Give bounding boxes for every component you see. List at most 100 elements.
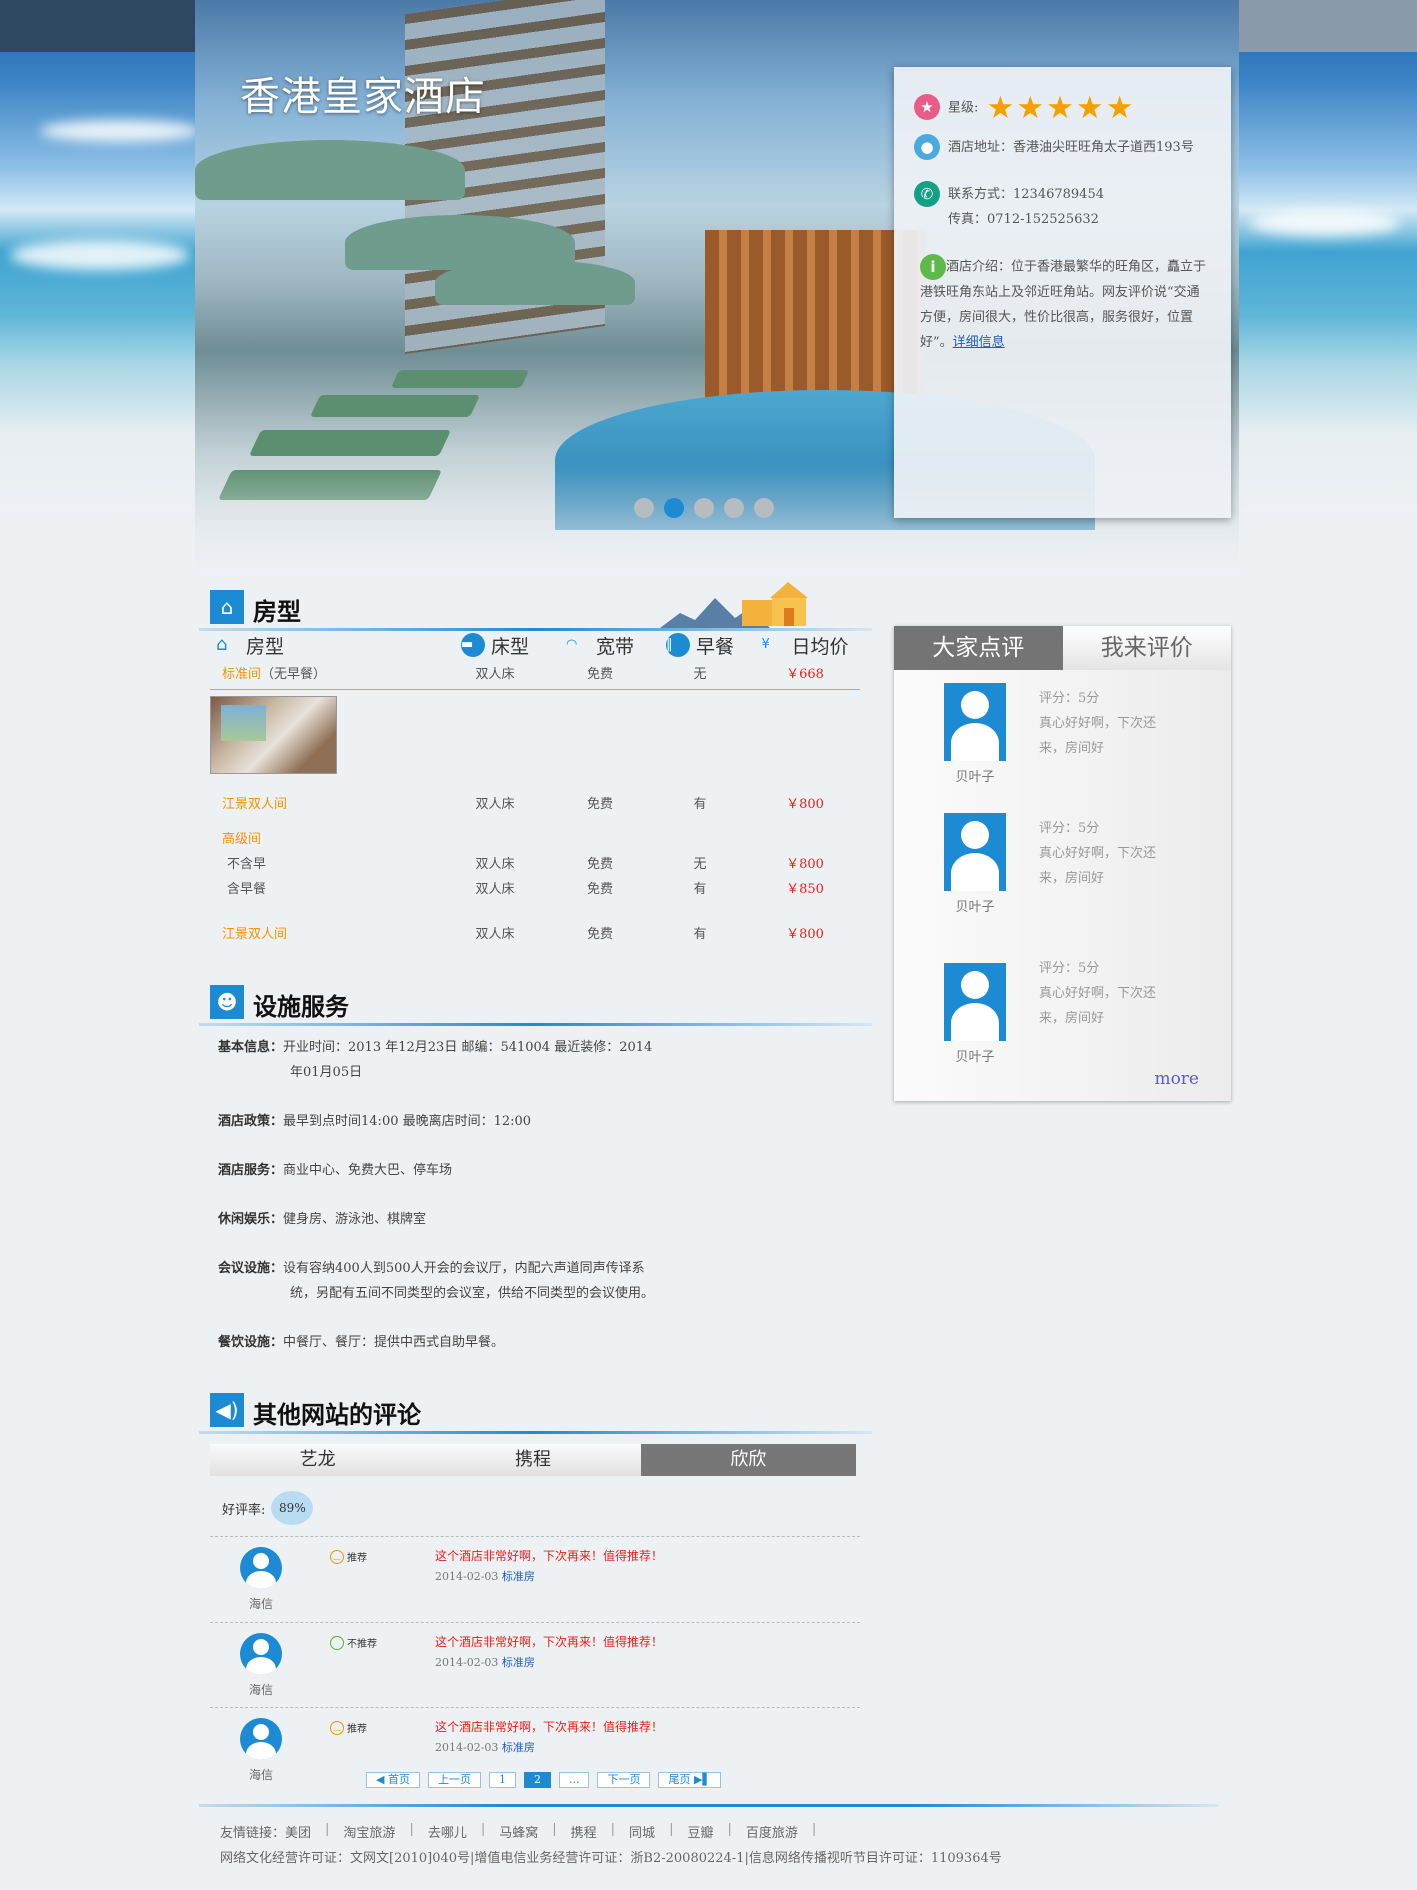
tab-write-review[interactable]: 我来评价 (1062, 626, 1231, 670)
other-reviews-title: 其他网站的评论 (253, 1401, 421, 1429)
prev-page-button[interactable]: 上一页 (427, 1772, 481, 1788)
room-wifi: 免费 (586, 882, 613, 897)
tab-ctrip[interactable]: 携程 (425, 1444, 641, 1476)
utensils-icon: ‖ (665, 633, 690, 657)
first-page-button[interactable]: ◀ 首页 (366, 1772, 420, 1788)
sun-lounger (309, 395, 481, 417)
address-row: ● 酒店地址：香港油尖旺旺角太子道西193号 (914, 134, 1211, 160)
facility-basic: 基本信息：开业时间：2013 年12月23日 邮编：541004 最近装修：20… (218, 1040, 653, 1080)
room-wifi: 免费 (586, 857, 613, 872)
detail-link[interactable]: 详细信息 (953, 335, 1005, 350)
more-link[interactable]: more (1154, 1069, 1199, 1089)
room-name[interactable]: 江景双人间 (210, 793, 440, 812)
room-link[interactable]: 标准房 (502, 1570, 535, 1583)
friend-link[interactable]: 百度旅游 (746, 1822, 798, 1841)
room-price: ￥800 (786, 927, 824, 942)
divider (210, 689, 860, 690)
star-icon: ★ (1105, 90, 1134, 126)
friend-link[interactable]: 美团 (285, 1822, 311, 1841)
friend-link[interactable]: 豆瓣 (687, 1822, 713, 1841)
hotel-name: 香港皇家酒店 (240, 74, 486, 120)
room-bed: 双人床 (475, 882, 515, 897)
page-2-button[interactable]: 2 (523, 1772, 551, 1788)
fax-text: 传真：0712-152525632 (948, 212, 1099, 227)
tab-elong[interactable]: 艺龙 (210, 1444, 426, 1476)
room-row[interactable]: 江景双人间 双人床 免费 有 ￥800 (210, 790, 860, 815)
room-name[interactable]: 标准间 (222, 667, 261, 682)
star-badge-icon: ★ (914, 94, 940, 120)
reviewer-name: 海信 (248, 1683, 273, 1697)
review-content: 评分：5分 真心好好啊，下次还来，房间好 (1039, 961, 1157, 1026)
rooms-section-title: 房型 (253, 598, 301, 626)
review-meta: 2014-02-03 标准房 (435, 1741, 535, 1754)
room-photo[interactable] (210, 696, 337, 774)
good-rate-value: 89% (271, 1491, 314, 1525)
col-bed: ▬ 床型 (440, 632, 550, 659)
carousel-dot[interactable] (694, 498, 714, 518)
wifi-icon: ◠ (565, 637, 578, 652)
friend-link[interactable]: 马蜂窝 (499, 1822, 538, 1841)
contact-row: ✆ 联系方式：12346789454 传真：0712-152525632 (914, 181, 1211, 232)
not-recommend-tag: ⁀ 不推荐 (330, 1635, 377, 1650)
review-site-tabs: 艺龙 携程 欣欣 (210, 1444, 856, 1476)
sun-lounger (248, 430, 452, 456)
avatar (944, 963, 1006, 1041)
room-group[interactable]: 高级间 (210, 825, 860, 850)
room-subname: 不含早 (227, 857, 267, 872)
room-link[interactable]: 标准房 (502, 1741, 535, 1754)
good-rate: 好评率: 89% (222, 1491, 314, 1525)
side-review-tabs: 大家点评 我来评价 (894, 626, 1231, 670)
room-breakfast: 有 (693, 927, 707, 942)
room-wifi: 免费 (586, 667, 613, 682)
page-ellipsis: ... (558, 1772, 590, 1788)
friend-link[interactable]: 去哪儿 (428, 1822, 467, 1841)
page-1-button[interactable]: 1 (488, 1772, 516, 1788)
carousel-dot-active[interactable] (664, 498, 684, 518)
carousel-dots[interactable] (634, 498, 774, 518)
house-icon: ⌂ (210, 590, 244, 624)
review-meta: 2014-02-03 标准房 (435, 1656, 535, 1669)
hotel-info-panel: ★ 星级: ★ ★ ★ ★ ★ ● 酒店地址：香港油尖旺旺角太子道西193号 ✆ 联系方… (894, 67, 1231, 518)
star-icon: ★ (1075, 90, 1104, 126)
pagination: ◀ 首页 上一页 1 2 ... 下一页 尾页 ▶▌ (366, 1772, 721, 1788)
carousel-dot[interactable] (634, 498, 654, 518)
tab-all-reviews[interactable]: 大家点评 (894, 626, 1063, 670)
room-row[interactable]: 江景双人间 双人床 免费 有 ￥800 (210, 920, 860, 945)
next-page-button[interactable]: 下一页 (597, 1772, 651, 1788)
room-row[interactable]: 标准间（无早餐） 双人床 免费 无 ￥668 (210, 660, 860, 685)
star-rating-row: ★ 星级: ★ ★ ★ ★ ★ (914, 90, 1211, 126)
copyright-text: 网络文化经营许可证：文网文[2010]040号|增值电信业务经营许可证：浙B2-… (220, 1851, 1002, 1866)
room-name[interactable]: 高级间 (210, 828, 440, 847)
friend-links: 友情链接： 美团 | 淘宝旅游 | 去哪儿 | 马蜂窝 | 携程 | 同城 | 豆瓣 | 百度… (220, 1822, 817, 1841)
info-icon: i (920, 254, 946, 280)
room-breakfast: 有 (693, 797, 707, 812)
sun-lounger (390, 370, 530, 388)
bed-icon: ▬ (460, 633, 485, 657)
friend-link[interactable]: 携程 (571, 1822, 597, 1841)
carousel-dot[interactable] (724, 498, 744, 518)
room-row[interactable]: 不含早 双人床 免费 无 ￥800 (210, 850, 860, 875)
room-link[interactable]: 标准房 (502, 1656, 535, 1669)
room-name[interactable]: 江景双人间 (210, 923, 440, 942)
star-label: 星级: (948, 100, 979, 116)
umbrella (435, 260, 635, 305)
tab-xinxin[interactable]: 欣欣 (640, 1444, 856, 1476)
room-bed: 双人床 (475, 667, 515, 682)
avatar (944, 683, 1006, 761)
good-rate-label: 好评率: (222, 1502, 266, 1518)
facility-meeting: 会议设施：设有容纳400人到500人开会的会议厅，内配六声道同声传译系统，另配有… (218, 1261, 655, 1301)
last-page-button[interactable]: 尾页 ▶▌ (658, 1772, 721, 1788)
carousel-dot[interactable] (754, 498, 774, 518)
smile-icon: ‿ (330, 1720, 344, 1735)
friend-link[interactable]: 同城 (629, 1822, 655, 1841)
frown-icon: ⁀ (330, 1635, 344, 1650)
friend-link[interactable]: 淘宝旅游 (343, 1822, 395, 1841)
room-price: ￥800 (786, 857, 824, 872)
reviewer-name: 贝叶子 (955, 770, 995, 785)
room-wifi: 免费 (586, 797, 613, 812)
reviewer-name: 贝叶子 (955, 900, 995, 915)
phone-text: 联系方式：12346789454 (948, 187, 1104, 202)
room-row[interactable]: 含早餐 双人床 免费 有 ￥850 (210, 875, 860, 900)
footer-divider (199, 1804, 1219, 1807)
location-pin-icon: ● (914, 134, 940, 160)
